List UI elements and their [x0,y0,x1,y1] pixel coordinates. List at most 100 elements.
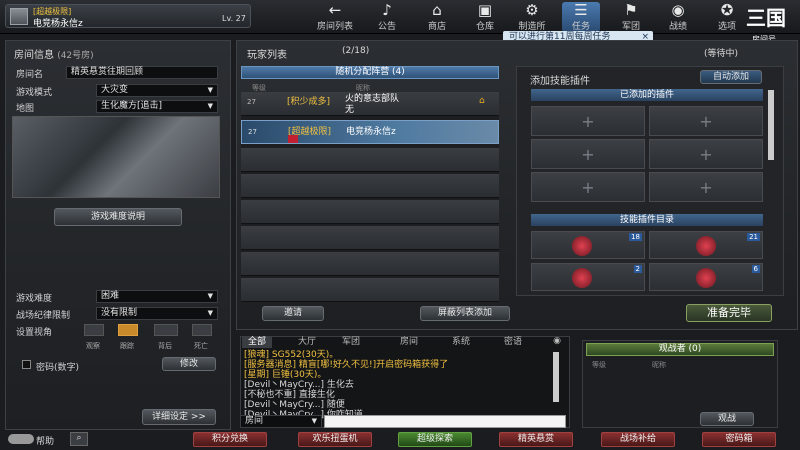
watch-button[interactable]: 观战 [700,412,754,426]
search-icon[interactable]: ⌕ [70,432,88,446]
player-name: 电竞杨永信z [33,19,83,29]
chat-tab-legion[interactable]: 军团 [334,336,368,348]
nav-legion[interactable]: ⚑ 军团 [612,2,650,33]
chevron-down-icon: ▼ [207,309,213,317]
nav-factory[interactable]: ⚙ 制造所 [513,1,551,33]
player-row[interactable]: 27 [积少成多] 火的意志部队 无 ⌂ [241,92,499,116]
chat-line: [Devil丶MayCry...] 生化去 [244,380,354,390]
chat-tab-all[interactable]: 全部 [242,336,272,348]
nav-settings[interactable]: ✪ 选项 [708,1,746,33]
view-behind-label: 背后 [158,342,172,350]
player-level: Lv. 27 [222,14,246,23]
empty-slot [241,174,499,198]
difficulty-select[interactable]: 困难 ▼ [96,290,218,303]
observer-col-level: 等级 [592,361,606,369]
nav-task[interactable]: ☰ 任务 [562,2,600,32]
chat-tab-lobby[interactable]: 大厅 [290,336,324,348]
elite-bounty-button[interactable]: 精英悬赏 [499,432,573,447]
plugin-slot[interactable]: + [531,172,645,202]
plugin-item[interactable]: 18 [531,231,645,259]
player-card[interactable]: [超越极限] 电竞杨永信z Lv. 27 [5,4,251,29]
auto-add-button[interactable]: 自动添加 [700,70,762,84]
chevron-down-icon: ▼ [207,292,213,300]
warehouse-icon: ▣ [477,1,493,19]
chat-line: [Devil丶MayCry...] 随便 [244,400,345,410]
ready-button[interactable]: 准备完毕 [686,304,772,322]
shop-icon: ⌂ [432,1,442,19]
nav-notice[interactable]: ♪ 公告 [368,2,406,33]
chat-line: [不秘也不重] 直接生化 [244,390,335,400]
game-mode-label: 游戏模式 [16,88,53,98]
settings-icon: ✪ [720,1,734,19]
nav-warehouse[interactable]: ▣ 仓库 [466,1,504,33]
player-slots: 27 [积少成多] 火的意志部队 无 ⌂ 27 [超越极限] 电竞杨永信z [241,92,499,302]
view-observe-icon[interactable] [84,324,104,336]
empty-slot [241,200,499,224]
plugin-title: 添加技能插件 [530,76,590,87]
plugin-item[interactable]: 6 [649,263,763,291]
difficulty-info-button[interactable]: 游戏难度说明 [54,208,182,226]
plugin-item[interactable]: 21 [649,231,763,259]
chat-scrollbar[interactable] [553,352,559,402]
password-label: 密码(数字) [36,363,80,373]
gacha-button[interactable]: 欢乐扭蛋机 [298,432,372,447]
plugin-slot[interactable]: + [649,139,763,169]
view-behind-icon[interactable] [154,324,178,336]
plugin-slot[interactable]: + [649,106,763,136]
detail-settings-button[interactable]: 详细设定 >> [142,409,216,425]
map-select[interactable]: 生化魔方[追击] ▼ [96,100,218,113]
game-mode-select[interactable]: 大灾变 ▼ [96,84,218,97]
scrollbar[interactable] [768,90,774,160]
view-observe-label: 观察 [86,342,100,350]
plugin-slot[interactable]: + [649,172,763,202]
record-icon: ◉ [671,1,685,19]
observer-title-bar: 观战者 (0) [586,343,774,356]
room-name-label: 房间名 [16,70,44,80]
password-box-button[interactable]: 密码箱 [702,432,776,447]
player-list-title: 玩家列表 [247,50,287,61]
chat-tab-system[interactable]: 系统 [444,336,478,348]
team-assign-bar[interactable]: 随机分配阵营 (4) [241,66,499,79]
empty-slot [241,278,499,302]
view-death-icon[interactable] [192,324,212,336]
discipline-select[interactable]: 没有限制 ▼ [96,307,218,320]
help-toggle[interactable] [8,434,34,444]
room-info-title: 房间信息 (42号房) [14,50,94,61]
plugin-slot[interactable]: + [531,106,645,136]
points-exchange-button[interactable]: 积分兑换 [193,432,267,447]
nav-room-list[interactable]: ← 房间列表 [316,1,354,33]
observer-col-name: 昵称 [652,361,666,369]
nav-shop[interactable]: ⌂ 商店 [418,1,456,33]
view-label: 设置视角 [16,328,53,338]
nav-record[interactable]: ◉ 战绩 [659,1,697,33]
room-name-field[interactable]: 精英悬赏往期回顾 [66,66,218,79]
discipline-label: 战场纪律限制 [16,311,71,321]
view-follow-label: 跟踪 [120,342,134,350]
view-death-label: 死亡 [194,342,208,350]
back-arrow-icon: ← [328,1,342,19]
game-logo: 三国 [746,6,786,30]
player-row-self[interactable]: 27 [超越极限] 电竞杨永信z [241,120,499,144]
block-list-button[interactable]: 屏蔽列表添加 [420,306,510,321]
red-tag-icon [288,135,298,143]
skill-icon [696,268,716,288]
eye-icon[interactable]: ◉ [548,336,566,348]
plugin-item[interactable]: 2 [531,263,645,291]
player-count: (2/18) [342,46,370,56]
chevron-down-icon: ▼ [311,417,317,425]
host-icon: ⌂ [479,96,485,106]
view-follow-icon[interactable] [118,324,138,336]
chat-tab-whisper[interactable]: 密语 [496,336,530,348]
plugin-slot[interactable]: + [531,139,645,169]
chat-input[interactable] [324,415,566,428]
invite-button[interactable]: 邀请 [262,306,324,321]
chat-log: [狼魂] SG552(30天)。 [服务器消息] 精盲[哪!好久不见!]开启密码… [244,350,544,420]
chat-tab-room[interactable]: 房间 [392,336,426,348]
password-checkbox[interactable] [22,360,31,369]
battle-supply-button[interactable]: 战场补给 [601,432,675,447]
super-explore-button[interactable]: 超级探索 [398,432,472,447]
factory-icon: ⚙ [525,1,539,19]
modify-button[interactable]: 修改 [162,357,216,371]
chat-line: [狼魂] SG552(30天)。 [244,350,339,360]
chat-channel-select[interactable]: 房间 ▼ [240,415,322,428]
